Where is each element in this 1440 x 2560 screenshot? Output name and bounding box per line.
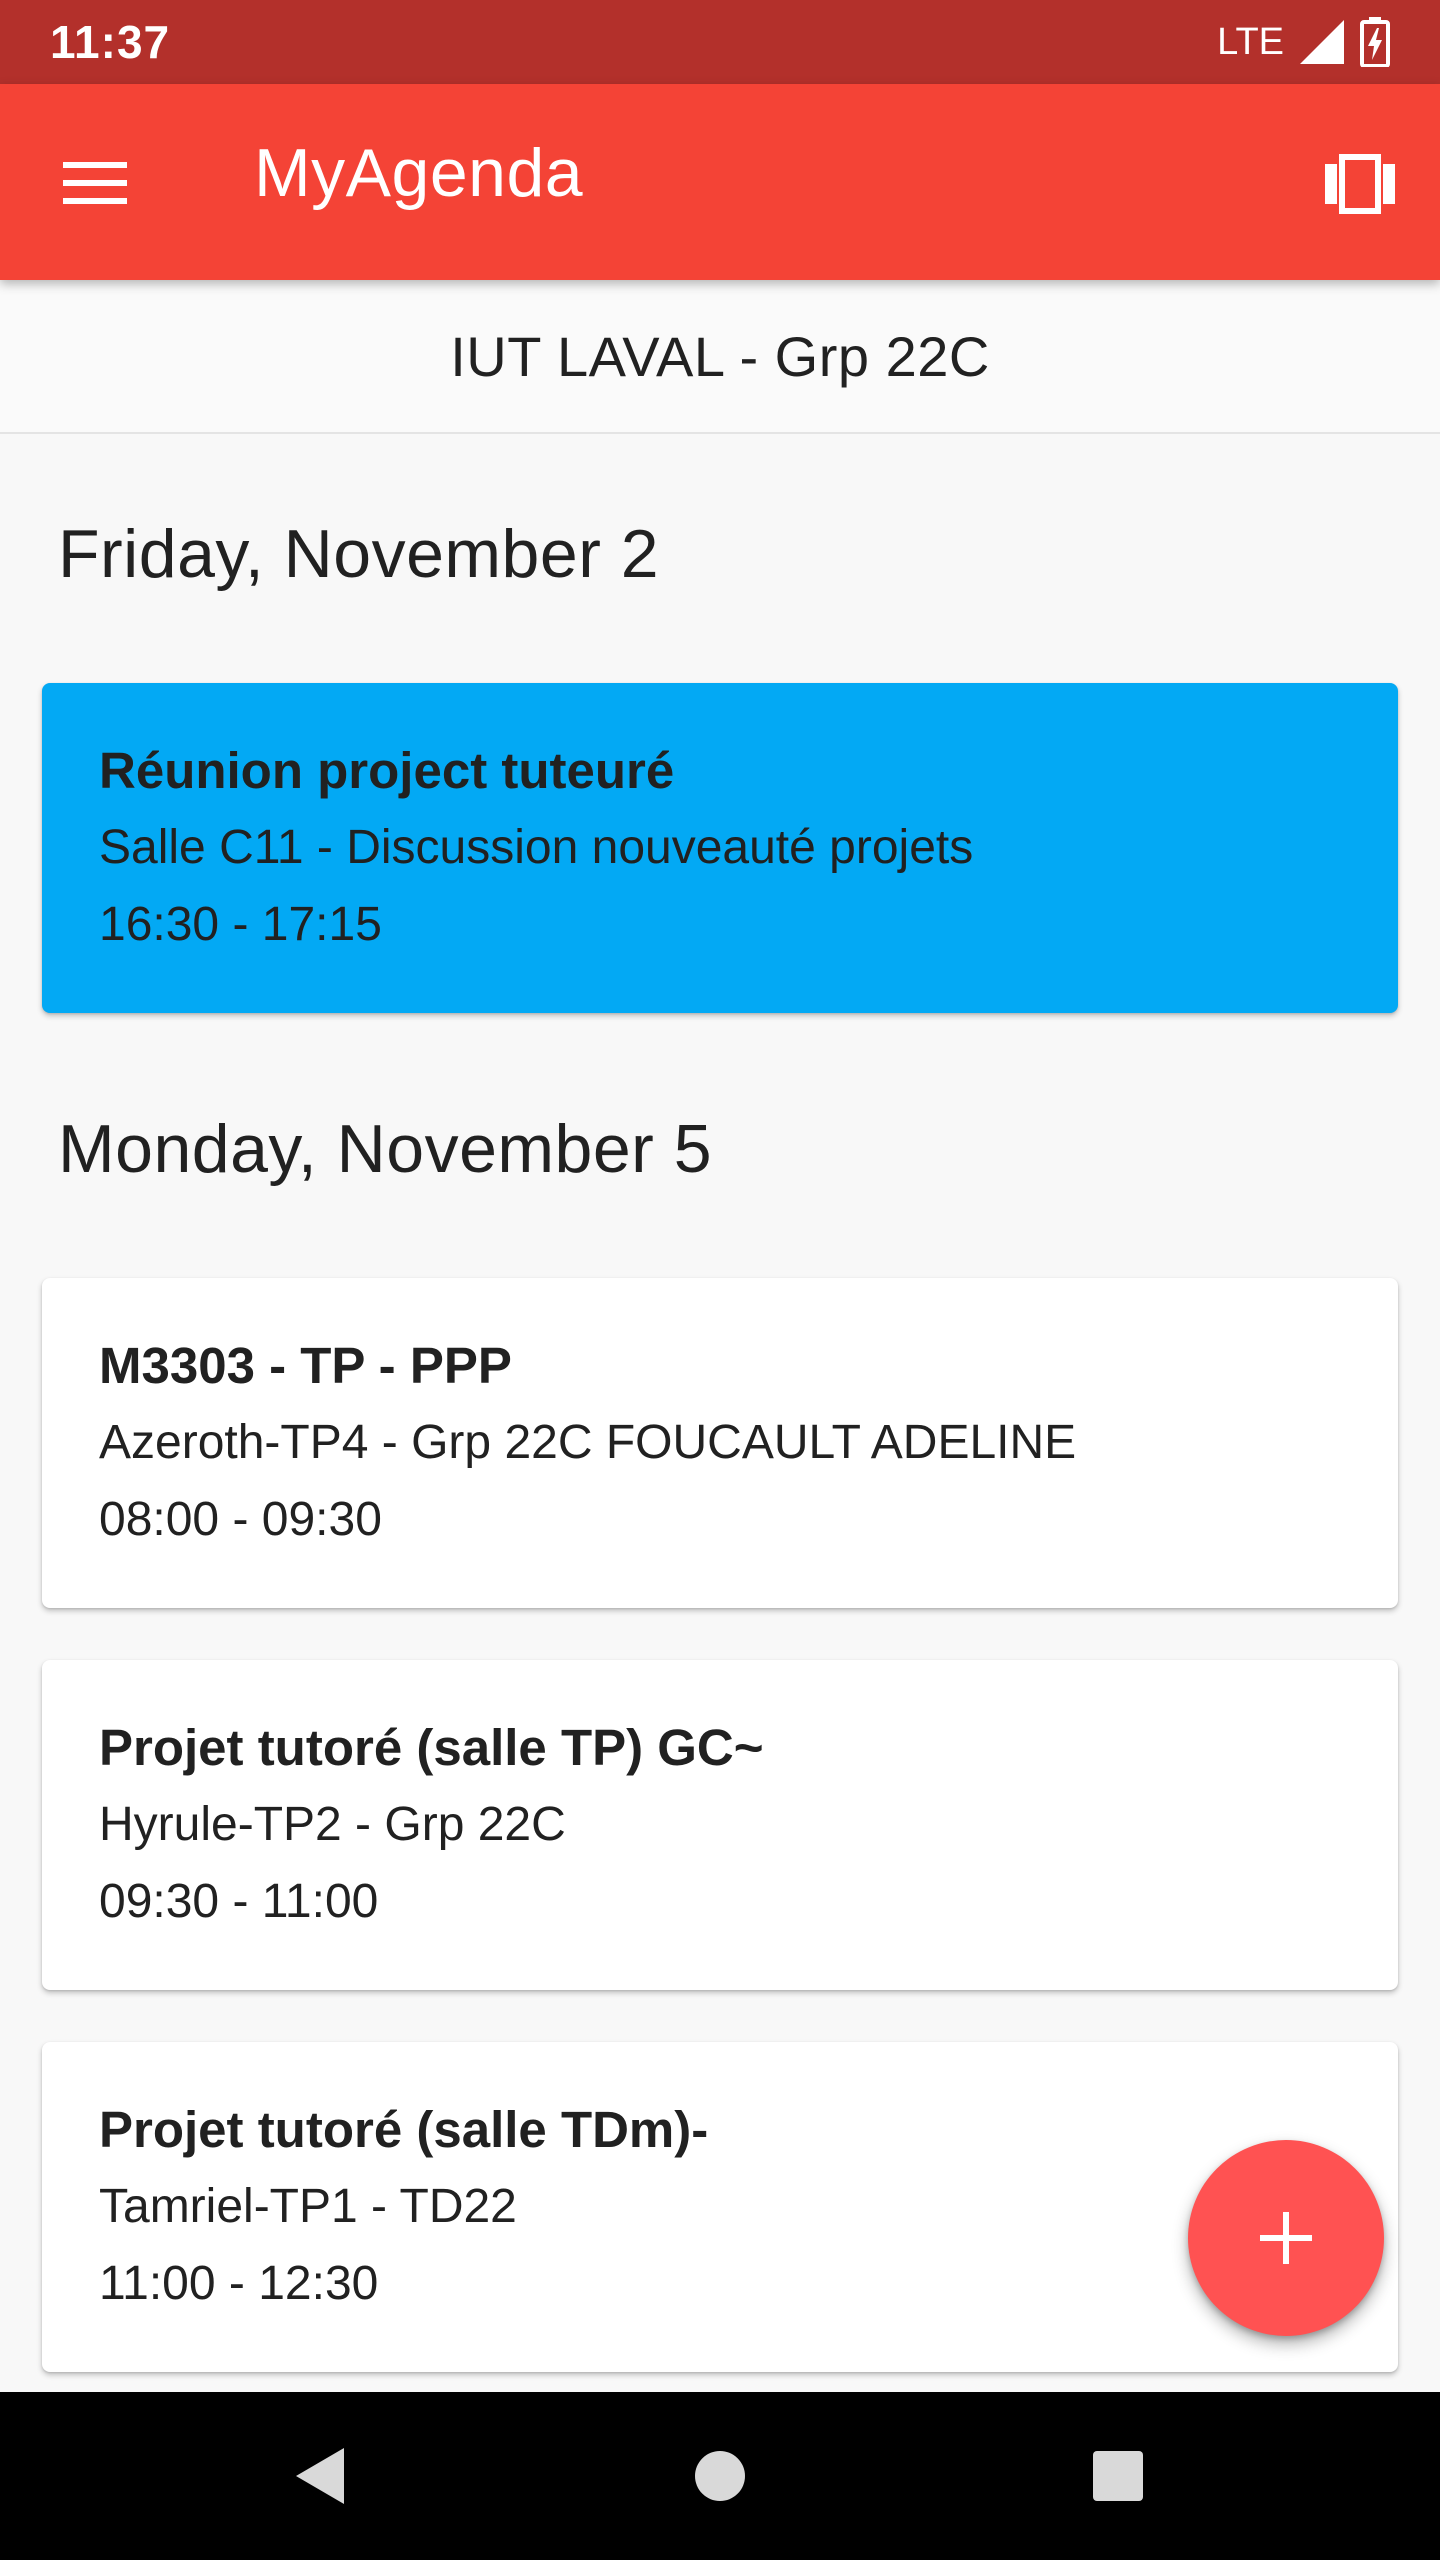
back-icon	[296, 2448, 344, 2504]
event-detail: Salle C11 - Discussion nouveauté projets	[99, 821, 974, 874]
signal-icon	[1298, 18, 1346, 66]
menu-button[interactable]	[56, 148, 136, 218]
event-title: Projet tutoré (salle TDm)-	[99, 2101, 709, 2158]
event-card[interactable]: M3303 - TP - PPP Azeroth-TP4 - Grp 22C F…	[42, 1278, 1398, 1608]
event-card[interactable]: Projet tutoré (salle TP) GC~ Hyrule-TP2 …	[42, 1660, 1398, 1990]
view-carousel-icon	[1325, 154, 1395, 214]
battery-charging-icon	[1360, 17, 1390, 68]
plus-icon	[1260, 2212, 1312, 2264]
event-time: 09:30 - 11:00	[99, 1875, 379, 1928]
status-icons: LTE	[1217, 17, 1390, 68]
status-bar: 11:37 LTE	[0, 0, 1440, 84]
add-event-button[interactable]	[1188, 2140, 1384, 2336]
event-title: M3303 - TP - PPP	[99, 1337, 512, 1394]
event-time: 08:00 - 09:30	[99, 1493, 382, 1546]
day-header: Monday, November 5	[58, 1111, 713, 1187]
menu-icon	[63, 162, 127, 204]
event-title: Projet tutoré (salle TP) GC~	[99, 1719, 764, 1776]
home-button[interactable]	[680, 2436, 760, 2516]
calendar-subtitle: IUT LAVAL - Grp 22C	[450, 324, 990, 388]
app-bar: MyAgenda	[0, 84, 1440, 280]
recents-icon	[1093, 2451, 1143, 2501]
event-detail: Hyrule-TP2 - Grp 22C	[99, 1798, 566, 1851]
event-time: 16:30 - 17:15	[99, 898, 382, 951]
event-detail: Azeroth-TP4 - Grp 22C FOUCAULT ADELINE	[99, 1416, 1077, 1469]
home-icon	[695, 2451, 745, 2501]
back-button[interactable]	[280, 2436, 360, 2516]
view-toggle-button[interactable]	[1320, 144, 1400, 224]
event-title: Réunion project tuteuré	[99, 742, 675, 799]
calendar-subtitle-bar: IUT LAVAL - Grp 22C	[0, 280, 1440, 434]
screen: 11:37 LTE MyAgenda IUT LAVAL - Grp 22C F…	[0, 0, 1440, 2560]
system-nav-bar	[0, 2392, 1440, 2560]
event-card[interactable]: Réunion project tuteuré Salle C11 - Disc…	[42, 683, 1398, 1013]
day-header: Friday, November 2	[58, 516, 660, 592]
status-time: 11:37	[50, 16, 171, 68]
app-title: MyAgenda	[254, 135, 584, 211]
network-type: LTE	[1217, 20, 1284, 63]
recents-button[interactable]	[1078, 2436, 1158, 2516]
